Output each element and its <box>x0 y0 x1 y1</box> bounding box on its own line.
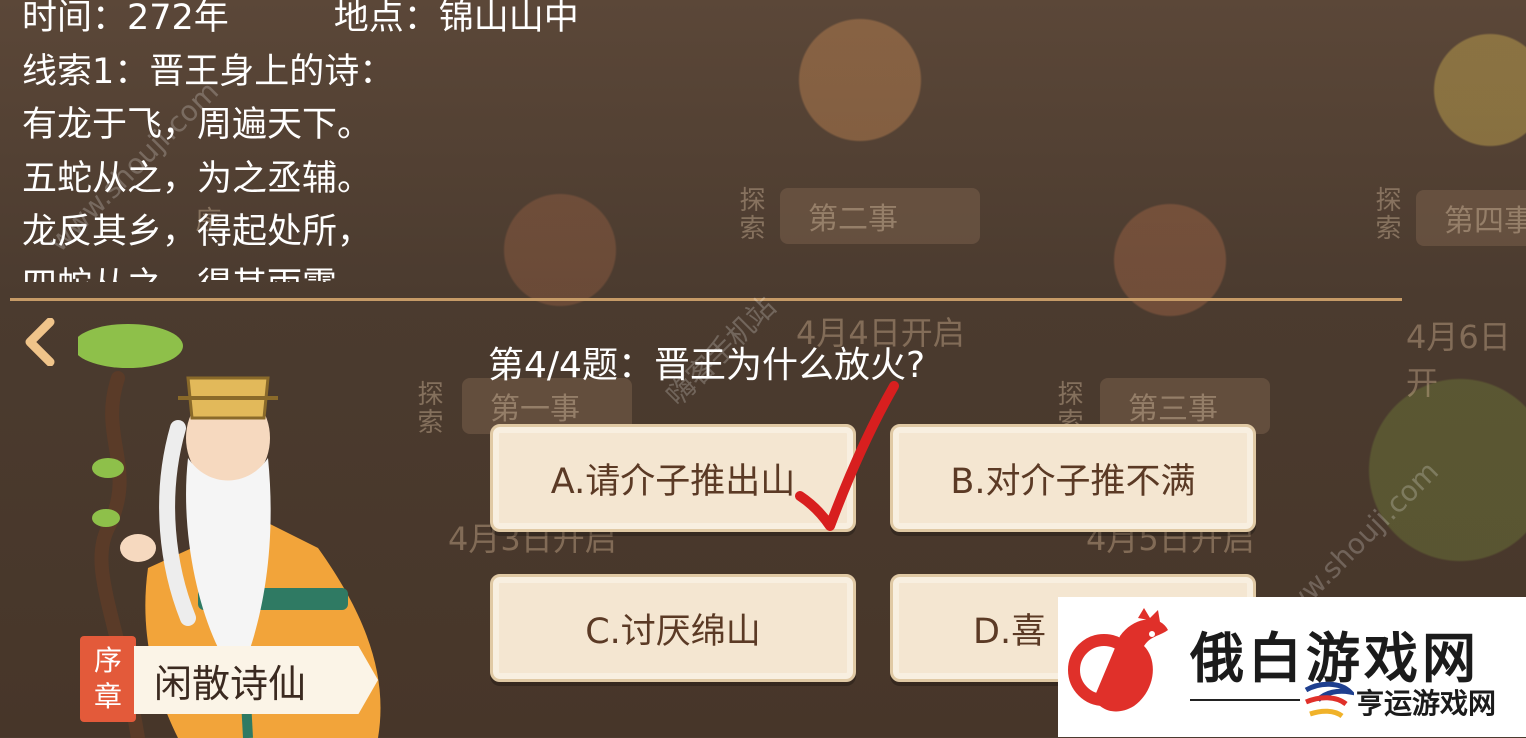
clue-text-panel: 时间：272年 地点：锦山山中 线索1：晋王身上的诗： 有龙于飞，周遍天下。 五… <box>22 0 662 282</box>
clue-line: 龙反其乡，得起处所， <box>22 212 373 252</box>
answer-option-label: C.讨厌绵山 <box>585 611 761 652</box>
clue-line: 线索1：晋王身上的诗： <box>22 51 395 92</box>
clue-line: 有龙于飞，周遍天下。 <box>22 105 373 145</box>
correct-checkmark-icon <box>795 381 899 531</box>
site-logo-subtitle: 亨运游戏网 <box>1356 687 1497 720</box>
answer-option-b[interactable]: B.对介子推不满 <box>890 424 1256 532</box>
bg-date-2: 4月6日开 <box>1406 318 1511 402</box>
back-arrow-icon[interactable] <box>20 318 60 366</box>
panel-divider <box>10 298 1402 301</box>
rooster-logo-icon <box>1068 608 1168 712</box>
answer-option-label: D.喜 <box>973 611 1047 652</box>
clue-line: 四蛇从之，得其雨露 <box>22 260 662 283</box>
bg-tag-explore-1: 探索 <box>735 186 765 242</box>
bg-banner-2: 第二事 <box>780 188 980 244</box>
character-name: 闲散诗仙 <box>154 661 307 706</box>
chapter-badge: 序 章 <box>80 636 136 722</box>
bg-banner-4: 第四事 <box>1416 190 1526 246</box>
bg-tag-explore-2: 探索 <box>1371 186 1401 242</box>
bg-tag-explore-3: 探索 <box>413 380 443 436</box>
character-name-plate: 闲散诗仙 <box>134 646 378 714</box>
answer-option-label: B.对介子推不满 <box>950 461 1196 502</box>
answer-option-c[interactable]: C.讨厌绵山 <box>490 574 856 682</box>
bird-logo-icon <box>1304 681 1354 719</box>
answer-option-label: A.请介子推出山 <box>550 461 796 502</box>
clue-line: 时间：272年 地点：锦山山中 <box>22 0 579 38</box>
logo-divider <box>1190 699 1300 701</box>
